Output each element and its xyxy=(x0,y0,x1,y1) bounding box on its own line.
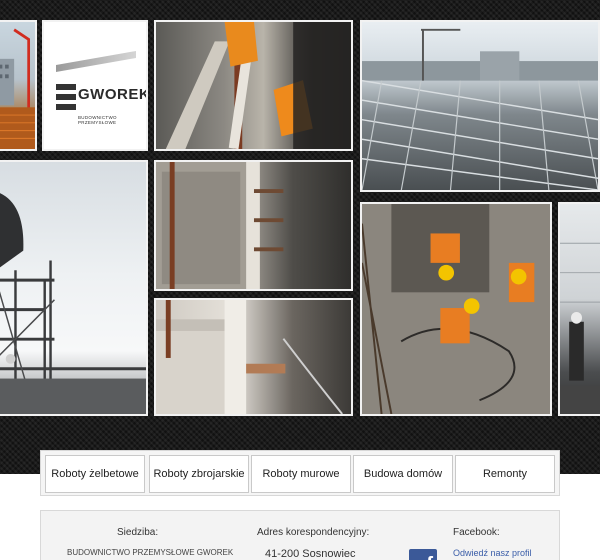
facebook-heading: Facebook: xyxy=(453,527,500,538)
photo-wall xyxy=(154,160,353,291)
nav-roboty-zelbetowe[interactable]: Roboty żelbetowe xyxy=(45,455,145,493)
logo-tile[interactable]: GWOREK BUDOWNICTWO PRZEMYSŁOWE xyxy=(42,20,148,151)
wall-illustration xyxy=(156,162,284,289)
rebar-illustration xyxy=(362,28,598,190)
seat-company: BUDOWNICTWO PRZEMYSŁOWE GWOREK xyxy=(67,548,234,557)
logo-name: GWOREK xyxy=(78,86,148,103)
photo-gloves xyxy=(154,20,353,151)
logo-stripe xyxy=(56,50,136,73)
nav-roboty-murowe[interactable]: Roboty murowe xyxy=(251,455,351,493)
gloves-illustration xyxy=(165,22,351,149)
workers-illustration xyxy=(362,204,550,414)
hero-gallery: GWOREK BUDOWNICTWO PRZEMYSŁOWE xyxy=(0,0,600,474)
logo-icon xyxy=(56,84,76,110)
nav-roboty-zbrojarskie[interactable]: Roboty zbrojarskie xyxy=(149,455,249,493)
nav-remonty[interactable]: Remonty xyxy=(455,455,555,493)
facebook-link[interactable]: Odwiedź nasz profil xyxy=(453,548,532,558)
photo-blocks xyxy=(154,298,353,416)
photo-far-workers xyxy=(558,202,600,416)
photo-workers xyxy=(360,202,552,416)
scaffolding-illustration xyxy=(0,193,146,414)
services-nav: Roboty żelbetowe Roboty zbrojarskie Robo… xyxy=(40,450,560,496)
nav-budowa-domow[interactable]: Budowa domów xyxy=(353,455,453,493)
photo-rebar xyxy=(360,20,600,192)
logo-subtitle: BUDOWNICTWO PRZEMYSŁOWE xyxy=(78,115,117,125)
address-heading: Adres korespondencyjny: xyxy=(257,527,370,538)
photo-crane xyxy=(0,20,37,151)
footer: Siedziba: BUDOWNICTWO PRZEMYSŁOWE GWOREK… xyxy=(40,510,560,560)
seat-heading: Siedziba: xyxy=(117,527,159,538)
crane-illustration xyxy=(0,28,35,149)
blocks-illustration xyxy=(156,300,343,414)
facebook-icon[interactable]: f xyxy=(409,549,437,560)
far-workers-illustration xyxy=(560,242,600,414)
photo-scaffolding xyxy=(0,160,148,416)
address-city: 41-200 Sosnowiec xyxy=(265,548,356,560)
